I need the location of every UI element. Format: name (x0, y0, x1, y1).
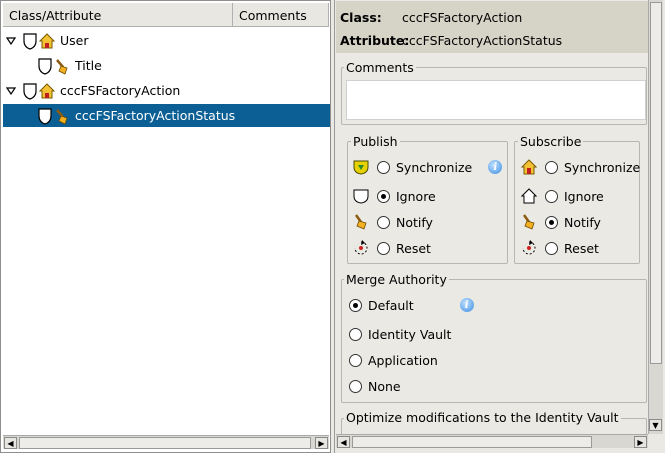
left-horizontal-scrollbar[interactable]: ◀ ▶ (3, 435, 329, 449)
attribute-shield-brush-icon (37, 57, 71, 75)
brush-notify-icon (521, 214, 539, 230)
comments-group-title: Comments (344, 60, 416, 75)
class-value: cccFSFactoryAction (402, 10, 523, 25)
column-header-comments[interactable]: Comments (233, 3, 329, 27)
house-outline-icon (521, 188, 539, 204)
publish-ignore-option[interactable]: Ignore (353, 186, 436, 206)
merge-none-option[interactable]: None (349, 376, 401, 396)
option-label: Notify (564, 214, 601, 230)
reset-arrow-icon (521, 240, 539, 256)
publish-reset-option[interactable]: Reset (353, 238, 431, 258)
scroll-right-button[interactable]: ▶ (634, 436, 647, 448)
publish-notify-option[interactable]: Notify (353, 212, 433, 232)
tree-row-cccfsfactoryactionstatus[interactable]: cccFSFactoryActionStatus (3, 104, 330, 127)
brush-notify-icon (353, 214, 371, 230)
column-header-label: Class/Attribute (9, 8, 102, 23)
class-label: Class: (340, 10, 382, 25)
subscribe-synchronize-option[interactable]: Synchronize (521, 157, 640, 177)
merge-default-option[interactable]: Default i (349, 295, 474, 315)
attribute-shield-brush-icon (37, 107, 71, 125)
scroll-left-button[interactable]: ◀ (337, 436, 350, 448)
tree-row-label: cccFSFactoryAction (60, 83, 181, 98)
scroll-down-button[interactable]: ▼ (649, 419, 662, 431)
radio-button[interactable] (377, 241, 390, 255)
scrollbar-thumb[interactable] (650, 2, 662, 364)
tree-row-cccfsfactoryaction[interactable]: cccFSFactoryAction (3, 79, 330, 102)
class-shield-house-icon (22, 32, 56, 50)
subscribe-reset-option[interactable]: Reset (521, 238, 599, 258)
column-header-label: Comments (239, 8, 307, 23)
radio-button[interactable] (377, 215, 390, 229)
publish-group-title: Publish (351, 134, 400, 149)
scroll-right-button[interactable]: ▶ (315, 437, 328, 449)
reset-arrow-icon (353, 240, 371, 256)
radio-button[interactable] (349, 353, 362, 367)
optimize-group-title: Optimize modifications to the Identity V… (344, 410, 621, 425)
radio-button[interactable] (545, 160, 558, 174)
right-vertical-scrollbar[interactable]: ▼ (648, 0, 663, 434)
tree-row-title[interactable]: Title (3, 54, 330, 77)
right-horizontal-scrollbar[interactable]: ◀ ▶ (336, 434, 648, 448)
tree-row-label: Title (75, 58, 102, 73)
radio-button[interactable] (377, 160, 390, 174)
subscribe-notify-option[interactable]: Notify (521, 212, 601, 232)
option-label: Ignore (564, 188, 604, 204)
radio-button[interactable] (349, 327, 362, 341)
radio-button[interactable] (545, 241, 558, 255)
attribute-value: cccFSFactoryActionStatus (402, 33, 563, 48)
sync-house-icon (521, 159, 539, 175)
column-header-class-attribute[interactable]: Class/Attribute (3, 3, 233, 27)
shield-ignore-icon (353, 188, 371, 204)
option-label: Reset (396, 240, 431, 256)
radio-button[interactable] (377, 189, 390, 203)
class-attribute-info-box: Class: cccFSFactoryAction Attribute: ccc… (336, 1, 648, 53)
expand-triangle-icon[interactable] (5, 85, 17, 97)
option-label: Identity Vault (368, 326, 452, 342)
option-label: None (368, 378, 401, 394)
option-label: Ignore (396, 188, 436, 204)
attribute-details-panel: Class: cccFSFactoryAction Attribute: ccc… (334, 0, 665, 453)
radio-button[interactable] (349, 298, 362, 312)
option-label: Synchronize (396, 159, 473, 175)
scrollbar-thumb[interactable] (19, 437, 311, 449)
tree-row-label: User (60, 33, 89, 48)
radio-button[interactable] (349, 379, 362, 393)
publish-synchronize-option[interactable]: Synchronize i (353, 157, 503, 177)
subscribe-group-title: Subscribe (518, 134, 584, 149)
option-label: Default (368, 297, 414, 313)
merge-authority-group-title: Merge Authority (344, 272, 449, 287)
info-icon[interactable]: i (459, 298, 474, 312)
radio-button[interactable] (545, 215, 558, 229)
option-label: Application (368, 352, 438, 368)
expand-triangle-icon[interactable] (5, 35, 17, 47)
class-attribute-tree-panel: Class/Attribute Comments User Title cccF… (0, 0, 331, 453)
info-icon[interactable]: i (488, 160, 503, 174)
attribute-label: Attribute: (340, 33, 410, 48)
scroll-left-button[interactable]: ◀ (4, 437, 17, 449)
option-label: Notify (396, 214, 433, 230)
comments-text-area[interactable] (346, 80, 646, 120)
merge-application-option[interactable]: Application (349, 350, 438, 370)
merge-identity-vault-option[interactable]: Identity Vault (349, 324, 451, 344)
scrollbar-thumb[interactable] (352, 436, 592, 448)
tree-row-label: cccFSFactoryActionStatus (75, 108, 236, 123)
sync-down-arrow-icon (353, 159, 371, 175)
subscribe-ignore-option[interactable]: Ignore (521, 186, 604, 206)
radio-button[interactable] (545, 189, 558, 203)
class-shield-house-icon (22, 82, 56, 100)
tree-row-user[interactable]: User (3, 29, 330, 52)
option-label: Synchronize (564, 159, 641, 175)
option-label: Reset (564, 240, 599, 256)
